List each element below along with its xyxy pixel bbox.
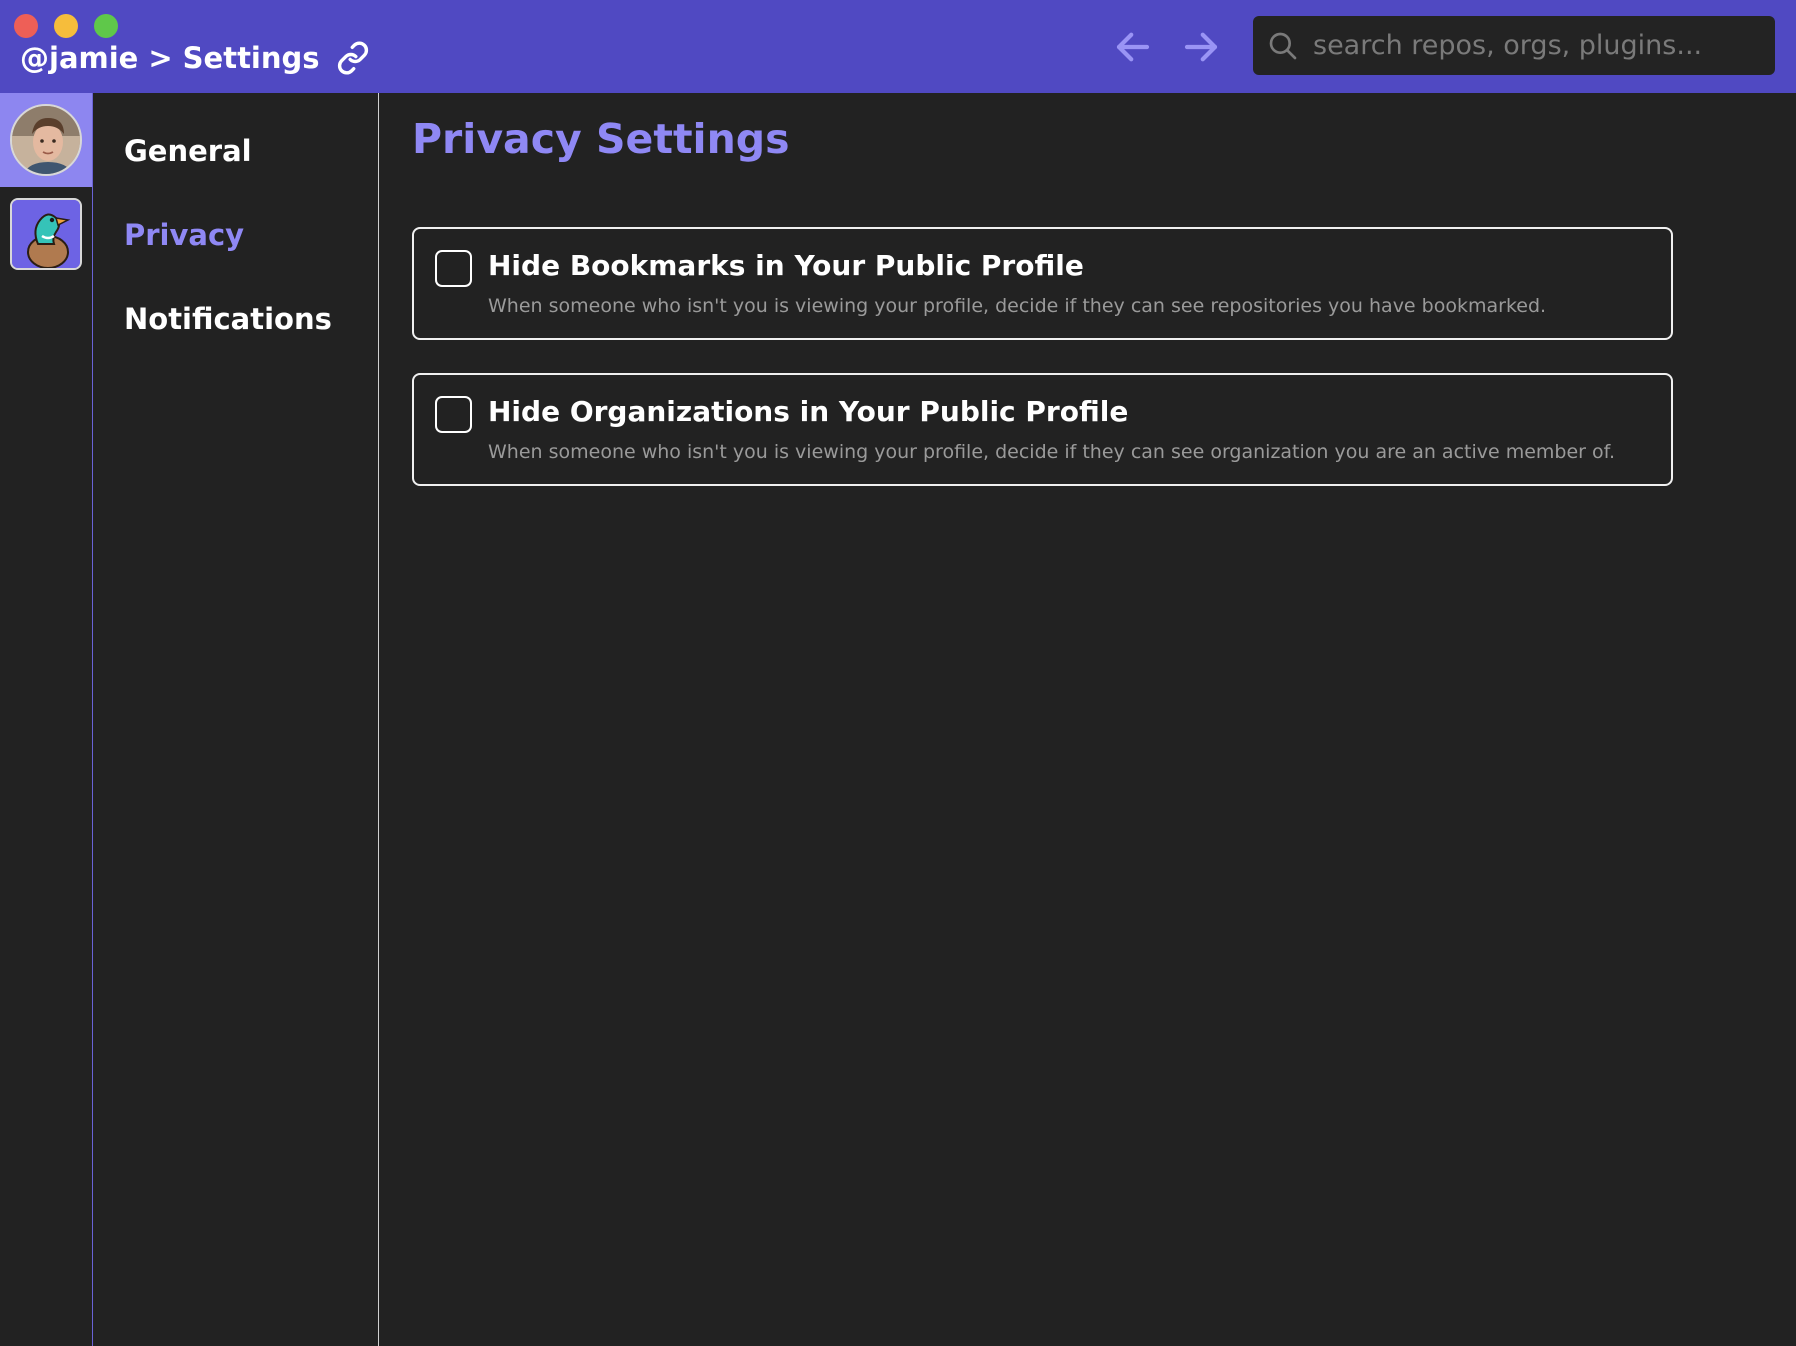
- breadcrumb-page: Settings: [182, 41, 320, 75]
- arrow-right-icon: [1184, 32, 1218, 62]
- title-bar: @jamie > Settings: [0, 0, 1796, 93]
- breadcrumb: @jamie > Settings: [20, 38, 370, 78]
- app-window: @jamie > Settings search repos, orgs, pl…: [0, 0, 1796, 1346]
- nav-item-general[interactable]: General: [124, 134, 252, 168]
- breadcrumb-user[interactable]: @jamie: [20, 41, 138, 75]
- close-window-button[interactable]: [14, 14, 38, 38]
- setting-description: When someone who isn't you is viewing yo…: [488, 295, 1547, 317]
- user-avatar: [10, 104, 82, 176]
- link-icon[interactable]: [336, 41, 370, 75]
- setting-title[interactable]: Hide Organizations in Your Public Profil…: [488, 395, 1128, 428]
- arrow-left-icon: [1116, 32, 1150, 62]
- rail-item-user[interactable]: [0, 93, 92, 187]
- page-title: Privacy Settings: [412, 115, 790, 163]
- duck-org-icon: [10, 198, 82, 270]
- back-button[interactable]: [1110, 24, 1156, 70]
- hide-organizations-checkbox[interactable]: [435, 396, 472, 433]
- maximize-window-button[interactable]: [94, 14, 118, 38]
- minimize-window-button[interactable]: [54, 14, 78, 38]
- nav-item-privacy[interactable]: Privacy: [124, 218, 244, 252]
- forward-button[interactable]: [1178, 24, 1224, 70]
- main-content: Privacy Settings Hide Bookmarks in Your …: [380, 93, 1796, 1346]
- setting-title[interactable]: Hide Bookmarks in Your Public Profile: [488, 249, 1084, 282]
- settings-sidebar: General Privacy Notifications: [93, 93, 379, 1346]
- rail-item-org[interactable]: [0, 187, 92, 281]
- breadcrumb-separator: >: [148, 41, 173, 75]
- search-box[interactable]: [1253, 16, 1775, 75]
- setting-card-hide-organizations: Hide Organizations in Your Public Profil…: [412, 373, 1673, 486]
- search-icon: [1269, 32, 1297, 59]
- search-input[interactable]: [1313, 30, 1775, 61]
- setting-card-hide-bookmarks: Hide Bookmarks in Your Public Profile Wh…: [412, 227, 1673, 340]
- hide-bookmarks-checkbox[interactable]: [435, 250, 472, 287]
- nav-item-notifications[interactable]: Notifications: [124, 302, 332, 336]
- account-rail: [0, 93, 93, 1346]
- setting-description: When someone who isn't you is viewing yo…: [488, 441, 1616, 463]
